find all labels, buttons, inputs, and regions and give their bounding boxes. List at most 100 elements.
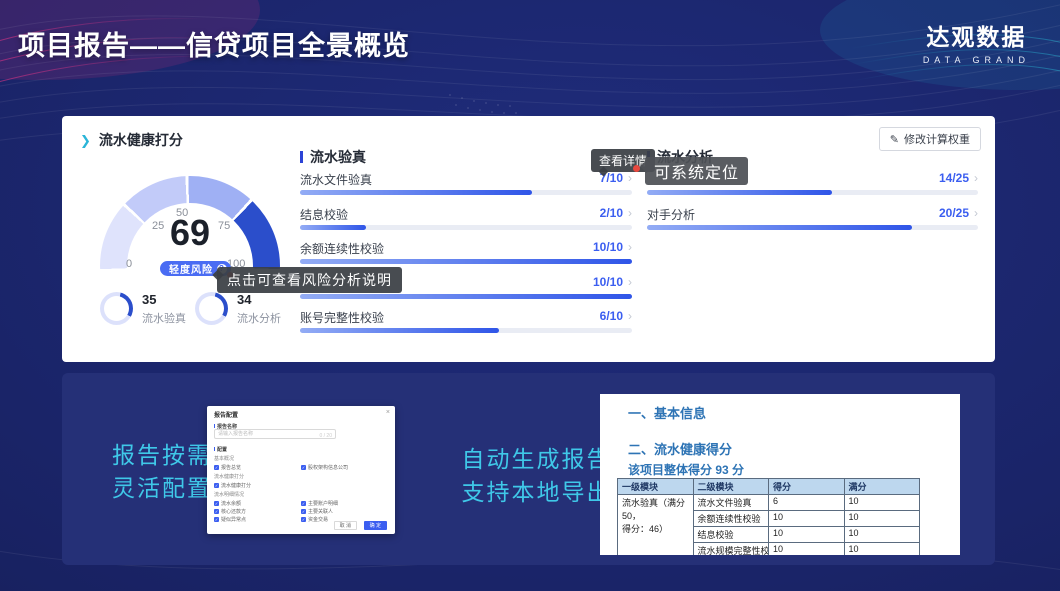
dialog-title: 报告配置	[214, 410, 238, 419]
table-cell: 10	[844, 543, 920, 556]
checkbox-label: 股权架构信息公司	[308, 464, 348, 471]
checkbox-checked-icon[interactable]: ✓	[301, 465, 306, 470]
chevron-right-icon: ›	[974, 206, 978, 220]
close-icon[interactable]: ×	[386, 409, 390, 416]
row-label: 结息校验	[300, 206, 348, 223]
config-checkbox-item[interactable]: ✓股权架构信息公司	[301, 463, 388, 471]
config-group-title: 流水健康打分	[214, 473, 388, 480]
chevron-right-icon: ›	[628, 206, 632, 220]
report-score-line: 该项目整体得分 93 分	[628, 461, 744, 478]
slide: 项目报告——信贷项目全景概览 达观数据 DATA GRAND ❯ 流水健康打分 ✎…	[0, 0, 1060, 591]
checkbox-label: 报告总览	[221, 464, 241, 471]
report-name-input[interactable]: 请输入报告名称 0 / 20	[214, 429, 336, 439]
checkbox-checked-icon[interactable]: ✓	[214, 465, 219, 470]
checkbox-checked-icon[interactable]: ✓	[301, 501, 306, 506]
edit-weights-label: 修改计算权重	[904, 134, 970, 146]
progress-fill	[647, 190, 832, 195]
table-cell: 10	[769, 527, 845, 543]
progress-fill	[300, 294, 632, 299]
progress-bar	[300, 225, 632, 230]
progress-fill	[300, 190, 532, 195]
chevron-right-icon: ›	[628, 309, 632, 323]
row-label: 对手分析	[647, 206, 695, 223]
table-cell: 10	[844, 511, 920, 527]
config-checkbox-item[interactable]: ✓主要账户明细	[301, 499, 388, 507]
risk-level-label: 轻度风险	[169, 261, 213, 276]
config-group-title: 流水明细情况	[214, 491, 388, 498]
chevron-right-icon[interactable]: ❯	[80, 133, 91, 148]
row-value: 2/10›	[600, 206, 632, 220]
table-cell: 余额连续性校验	[693, 511, 769, 527]
brand-logo: 达观数据 DATA GRAND	[923, 18, 1030, 65]
panel-header: ❯ 流水健康打分	[80, 130, 183, 150]
chevron-right-icon: ›	[974, 171, 978, 185]
progress-bar	[300, 190, 632, 195]
row-value: 20/25›	[939, 206, 978, 220]
score-dashboard-panel: ❯流水健康打分 ✎修改计算权重 0 25 50 75 100 69 轻度风险 ?…	[62, 116, 995, 362]
checkbox-label: 疑似异常点	[221, 516, 246, 523]
table-header: 一级模块	[618, 479, 694, 495]
table-cell: 6	[769, 495, 845, 511]
config-checkbox-item[interactable]: ✓流水余额	[214, 499, 301, 507]
progress-fill	[300, 259, 632, 264]
row-value: 6/10›	[600, 309, 632, 323]
score-table: 一级模块二级模块得分满分流水验真（满分50，得分：46）流水文件验真610余额连…	[617, 478, 920, 555]
config-checkbox-item[interactable]: ✓核心还款方	[214, 507, 301, 515]
config-group-title: 基本概况	[214, 455, 388, 462]
stat-verify: 35 流水验真	[100, 292, 186, 326]
checkbox-checked-icon[interactable]: ✓	[214, 501, 219, 506]
config-groups: 基本概况✓报告总览✓股权架构信息公司流水健康打分✓流水健康打分流水明细情况✓流水…	[214, 453, 388, 523]
progress-bar	[300, 294, 632, 299]
row-label: 流水文件验真	[300, 171, 372, 188]
panel-title: 流水健康打分	[99, 132, 183, 148]
checkbox-checked-icon[interactable]: ✓	[214, 509, 219, 514]
score-row[interactable]: 结息校验 2/10›	[300, 206, 632, 241]
table-cell: 10	[844, 495, 920, 511]
checkbox-checked-icon[interactable]: ✓	[301, 509, 306, 514]
page-title: 项目报告——信贷项目全景概览	[18, 24, 410, 63]
pencil-icon: ✎	[890, 134, 899, 146]
table-header: 满分	[844, 479, 920, 495]
stat-label: 流水分析	[237, 310, 281, 326]
bottom-feature-panel: 报告按需 灵活配置 报告配置 × 报告名称 请输入报告名称 0 / 20 配置 …	[62, 373, 995, 565]
checkbox-checked-icon[interactable]: ✓	[214, 483, 219, 488]
cancel-button[interactable]: 取 消	[334, 521, 357, 530]
report-preview: 一、基本信息 二、流水健康得分 该项目整体得分 93 分 一级模块二级模块得分满…	[600, 394, 960, 555]
table-cell: 10	[769, 511, 845, 527]
caption-config: 报告按需 灵活配置	[102, 439, 222, 505]
checkbox-checked-icon[interactable]: ✓	[301, 517, 306, 522]
score-row[interactable]: 流水文件验真7/10›	[300, 171, 632, 206]
brand-logo-en: DATA GRAND	[923, 55, 1030, 65]
edit-weights-button[interactable]: ✎ 修改计算权重	[879, 127, 981, 151]
progress-bar	[300, 328, 632, 333]
checkbox-label: 流水余额	[221, 500, 241, 507]
table-cell: 10	[844, 527, 920, 543]
checkbox-label: 资金交易	[308, 516, 328, 523]
verify-rows: 流水文件验真7/10›结息校验2/10›余额连续性校验10/10›10/10›账…	[300, 171, 632, 344]
score-row[interactable]: 对手分析 20/25›	[647, 206, 978, 241]
table-cell-module: 流水验真（满分50，得分：46）	[618, 495, 694, 556]
chevron-right-icon: ›	[628, 171, 632, 185]
config-checkbox-item[interactable]: ✓流水健康打分	[214, 481, 301, 489]
chevron-right-icon: ›	[628, 240, 632, 254]
chevron-right-icon: ›	[628, 275, 632, 289]
table-header: 二级模块	[693, 479, 769, 495]
report-config-dialog: 报告配置 × 报告名称 请输入报告名称 0 / 20 配置 基本概况✓报告总览✓…	[207, 406, 395, 534]
config-checkbox-item[interactable]: ✓报告总览	[214, 463, 301, 471]
verify-column-title: 流水验真	[300, 147, 366, 167]
report-heading-2: 二、流水健康得分	[628, 439, 732, 458]
checkbox-label: 核心还款方	[221, 508, 246, 515]
confirm-button[interactable]: 确 定	[364, 521, 387, 530]
score-row[interactable]: 账号完整性校验6/10›	[300, 309, 632, 344]
risk-tooltip: 点击可查看风险分析说明	[217, 267, 402, 293]
row-value: 10/10›	[593, 240, 632, 254]
stat-analysis: 34 流水分析	[195, 292, 281, 326]
table-header: 得分	[769, 479, 845, 495]
checkbox-checked-icon[interactable]: ✓	[214, 517, 219, 522]
checkbox-label: 主要关联人	[308, 508, 333, 515]
progress-bar	[300, 259, 632, 264]
config-checkbox-item[interactable]: ✓主要关联人	[301, 507, 388, 515]
char-counter: 0 / 20	[319, 432, 332, 441]
progress-fill	[647, 225, 912, 230]
config-checkbox-item[interactable]: ✓疑似异常点	[214, 515, 301, 523]
